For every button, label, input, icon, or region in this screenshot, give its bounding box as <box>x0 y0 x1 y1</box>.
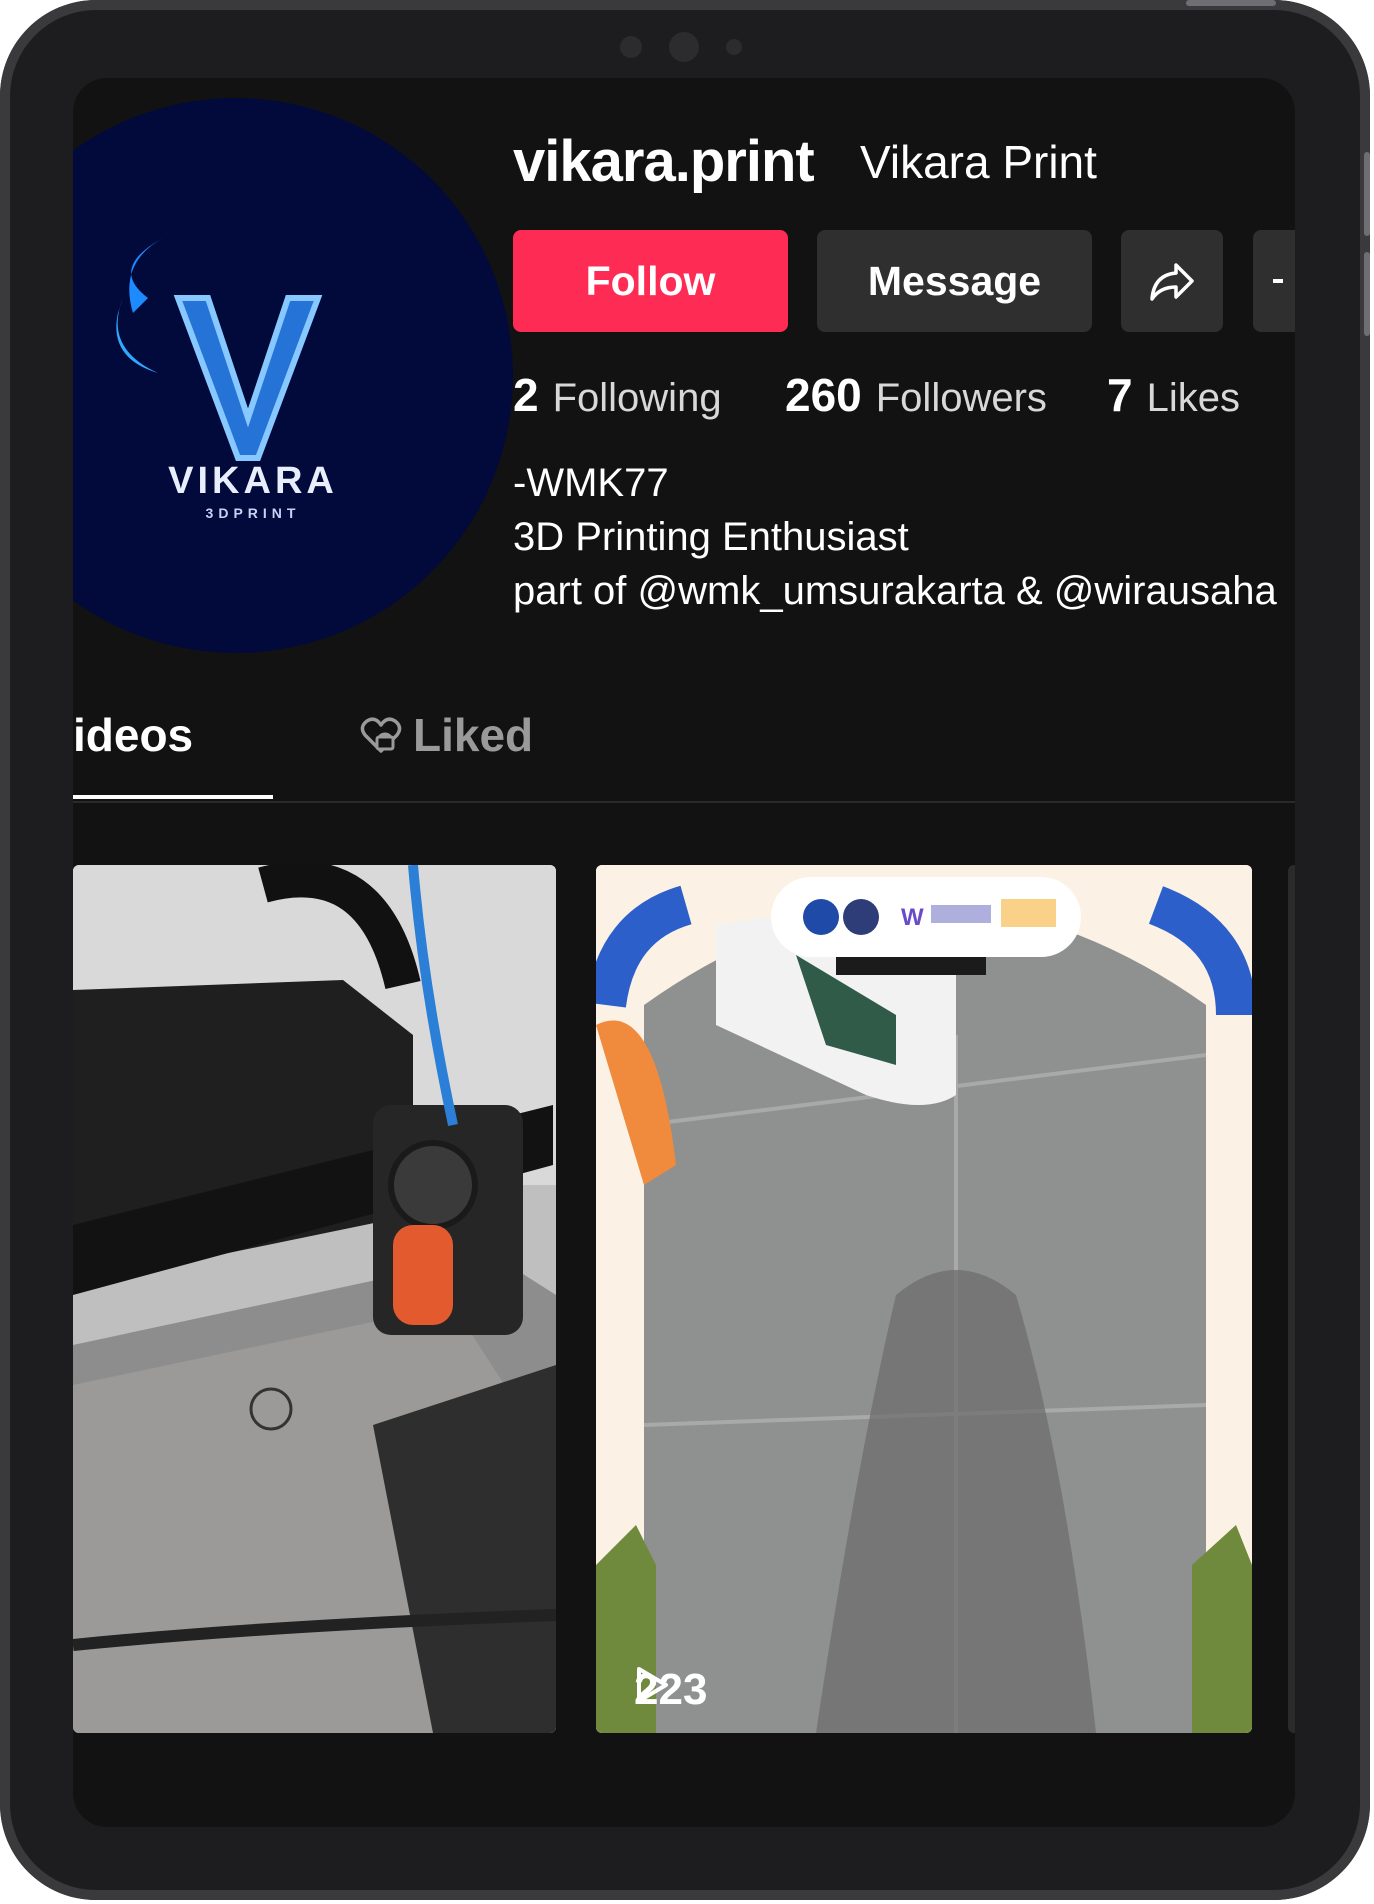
profile-avatar[interactable]: VIKARA 3DPRINT <box>73 98 513 653</box>
hidden-heart-icon <box>360 717 402 753</box>
vikara-logo-icon: VIKARA 3DPRINT <box>116 238 338 521</box>
front-camera <box>610 32 760 62</box>
app-screen: VIKARA 3DPRINT vikara.print Vikara Print… <box>73 78 1295 1827</box>
profile-username: vikara.print <box>513 129 815 194</box>
more-icon <box>1273 279 1283 283</box>
video-card-partial[interactable] <box>1288 865 1295 1733</box>
share-icon <box>1150 263 1194 301</box>
power-button <box>1186 0 1276 6</box>
tablet-device-frame: VIKARA 3DPRINT vikara.print Vikara Print… <box>0 0 1370 1900</box>
volume-up-button <box>1364 152 1370 236</box>
bio-line: part of @wmk_umsurakarta & @wirausaha <box>513 569 1277 613</box>
bio-line: 3D Printing Enthusiast <box>513 515 909 559</box>
volume-down-button <box>1364 252 1370 336</box>
video-thumbnail-sneaker: W <box>596 865 1252 1733</box>
stat-followers[interactable]: 260 Followers <box>785 368 1047 422</box>
svg-text:W: W <box>901 904 924 931</box>
tab-videos[interactable]: ideos <box>73 708 193 762</box>
tab-active-indicator <box>73 795 273 799</box>
video-card[interactable] <box>73 865 556 1733</box>
video-card[interactable]: W 223 <box>596 865 1252 1733</box>
video-view-count: 223 <box>634 1665 707 1715</box>
svg-text:3DPRINT: 3DPRINT <box>206 505 301 521</box>
tab-liked[interactable]: Liked <box>359 708 533 762</box>
stat-likes: 7 Likes <box>1107 369 1240 421</box>
tab-liked-label: Liked <box>413 709 534 761</box>
more-button[interactable] <box>1253 230 1295 332</box>
profile-bio: -WMK77 3D Printing Enthusiast part of @w… <box>513 456 1277 618</box>
follow-button[interactable]: Follow <box>513 230 788 332</box>
svg-text:VIKARA: VIKARA <box>168 460 338 502</box>
play-icon <box>637 1667 668 1703</box>
message-button[interactable]: Message <box>817 230 1092 332</box>
share-button[interactable] <box>1121 230 1223 332</box>
tab-divider <box>73 801 1295 803</box>
stat-following[interactable]: 2 Following <box>513 368 722 422</box>
profile-display-name: Vikara Print <box>860 136 1097 188</box>
video-thumbnail-3d-printer <box>73 865 556 1733</box>
bio-line: -WMK77 <box>513 461 669 505</box>
